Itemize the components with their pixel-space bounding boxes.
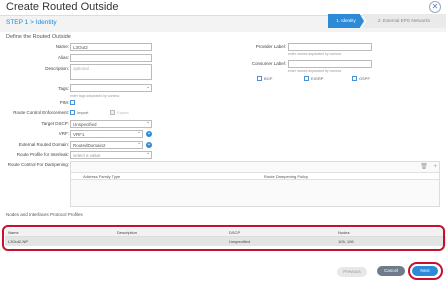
pim-label: PIM: [59,100,69,105]
dialog-titlebar: Create Routed Outside ✕ [0,0,446,16]
tab-identity[interactable]: 1. Identity [328,14,364,28]
provider-label-label: Provider Label: [255,44,286,49]
chevron-down-icon[interactable]: ⌄ [146,150,150,156]
consumer-hint: enter names separated by comma [288,69,342,73]
description-input[interactable]: optional [70,64,152,80]
tags-input[interactable] [70,84,152,92]
route-dampening-header: Address Family Type Route Dampening Poli… [71,172,439,180]
current-step-label: STEP 1 > Identity [6,19,57,26]
name-input[interactable]: L3Out2 [70,43,152,51]
tags-hint: enter tags separated by comma [70,94,120,98]
alias-label: Alias: [57,55,69,60]
domain-add-icon[interactable]: + [146,142,152,148]
alias-input[interactable] [70,54,152,62]
provider-label-input[interactable] [288,43,372,51]
external-routed-domain-label: External Routed Domain: [18,142,69,147]
tags-label: Tags: [58,86,69,91]
bgp-checkbox[interactable] [257,76,262,81]
route-dampening-table: 🗑 + Address Family Type Route Dampening … [70,161,440,207]
bgp-label: BGP [264,76,273,81]
target-dscp-label: Target DSCP: [41,121,69,126]
column-header[interactable]: Route Dampening Policy [264,174,308,179]
consumer-label-input[interactable] [288,60,372,68]
highlight-outline [2,225,445,251]
vrf-label: VRF: [58,131,69,136]
name-label: Name: [55,44,69,49]
dialog-title: Create Routed Outside [6,1,119,13]
vrf-select[interactable]: VRF1 [70,130,143,138]
tab-external-epg-networks[interactable]: 2. External EPG Networks [362,14,446,28]
column-header[interactable]: Address Family Type [83,174,120,179]
previous-button[interactable]: Previous [337,267,367,277]
route-control-enforcement-label: Route Control Enforcement: [13,110,69,115]
delete-icon[interactable]: 🗑 [420,164,428,170]
close-icon[interactable]: ✕ [429,1,441,13]
export-label: Export [117,110,129,115]
consumer-label-label: Consumer Label: [251,61,286,66]
vrf-add-icon[interactable]: + [146,131,152,137]
import-label: Import [77,110,89,115]
cancel-button[interactable]: Cancel [377,266,405,276]
chevron-down-icon[interactable]: ⌄ [146,119,150,125]
route-control-dampening-label: Route Control For Dampening: [7,162,69,167]
eigrp-checkbox[interactable] [304,76,309,81]
eigrp-label: EIGRP [311,76,324,81]
external-routed-domain-select[interactable]: RoutedDomain2 [70,141,143,149]
next-highlight-outline [408,262,443,280]
target-dscp-select[interactable]: Unspecified [70,120,152,128]
chevron-down-icon[interactable]: ⌄ [137,140,141,146]
nodes-profiles-title: Nodes and Interfaces Protocol Profiles [6,212,83,217]
route-profile-label: Route Profile for Interleak: [16,152,69,157]
chevron-down-icon[interactable]: ⌄ [146,84,150,90]
table-toolbar: 🗑 + [420,163,437,170]
add-icon[interactable]: + [433,164,437,170]
import-checkbox[interactable] [70,110,75,115]
pim-checkbox[interactable] [70,100,75,105]
description-label: Description: [45,66,69,71]
export-checkbox [110,110,115,115]
provider-hint: enter names separated by comma [288,52,342,56]
ospf-checkbox[interactable] [352,76,357,81]
ospf-label: OSPF [359,76,370,81]
route-profile-select[interactable]: select a value [70,151,152,159]
chevron-down-icon[interactable]: ⌄ [137,129,141,135]
section-title: Define the Routed Outside [6,34,71,40]
